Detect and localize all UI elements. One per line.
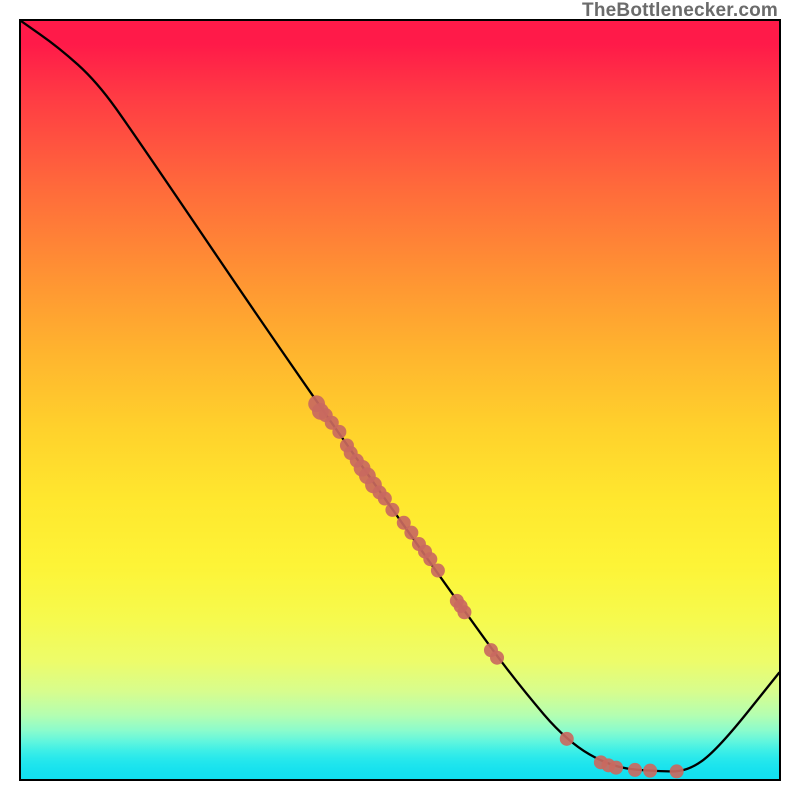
scatter-dot: [457, 605, 471, 619]
scatter-dot: [609, 761, 623, 775]
scatter-dot: [643, 764, 657, 778]
scatter-dot: [628, 763, 642, 777]
scatter-dot: [404, 526, 418, 540]
line-series: [21, 21, 779, 771]
scatter-series: [308, 395, 683, 778]
scatter-dot: [385, 503, 399, 517]
scatter-dot: [560, 732, 574, 746]
curve-path: [21, 21, 779, 771]
plot-area: [19, 19, 781, 781]
scatter-dot: [423, 552, 437, 566]
scatter-dot: [431, 564, 445, 578]
scatter-dot: [670, 764, 684, 778]
scatter-dot: [378, 492, 392, 506]
scatter-dot: [332, 425, 346, 439]
scatter-dot: [490, 651, 504, 665]
chart-svg: [21, 21, 779, 779]
chart-container: TheBottlenecker.com: [0, 0, 800, 800]
